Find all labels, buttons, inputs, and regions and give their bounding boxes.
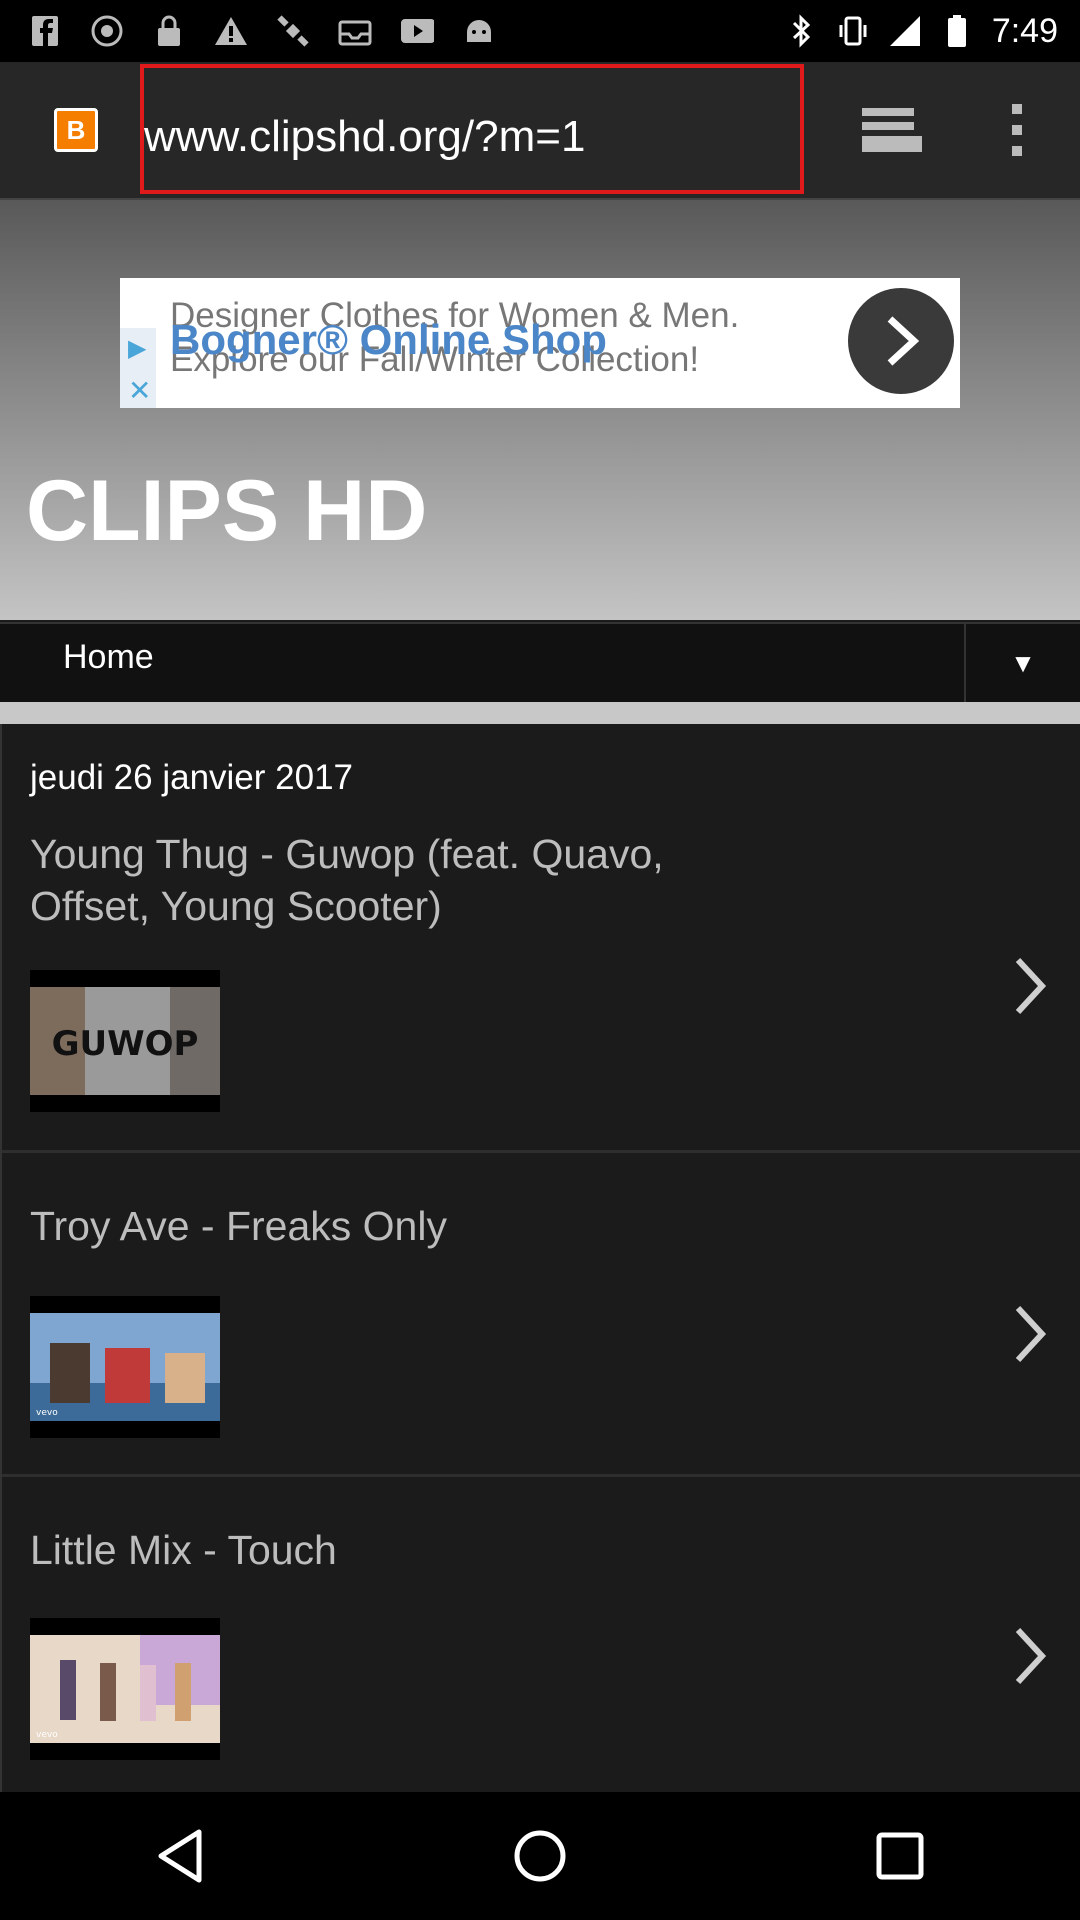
lock-icon bbox=[152, 14, 186, 48]
site-title[interactable]: CLIPS HD bbox=[26, 462, 427, 561]
video-thumbnail[interactable]: vevo bbox=[30, 1296, 220, 1438]
divider bbox=[0, 702, 1080, 724]
chevron-right-icon[interactable] bbox=[1010, 956, 1050, 1016]
video-thumbnail[interactable]: vevo bbox=[30, 1618, 220, 1760]
list-item[interactable]: Young Thug - Guwop (feat. Quavo, Offset,… bbox=[2, 724, 1080, 1153]
thumbnail-text: vevo bbox=[36, 1408, 58, 1418]
post-title[interactable]: Little Mix - Touch bbox=[30, 1524, 670, 1576]
thumbnail-image: vevo bbox=[30, 1635, 220, 1743]
facebook-icon bbox=[28, 14, 62, 48]
recording-icon bbox=[90, 14, 124, 48]
thumbnail-image: GUWOP bbox=[30, 987, 220, 1095]
ad-title[interactable]: Bogner® Online Shop bbox=[170, 316, 607, 364]
ad-arrow-button[interactable] bbox=[848, 288, 954, 394]
system-navigation-bar bbox=[0, 1792, 1080, 1920]
bluetooth-icon bbox=[784, 14, 818, 48]
nav-home-link[interactable]: Home bbox=[63, 638, 154, 677]
chevron-right-icon bbox=[887, 316, 920, 366]
nav-dropdown-toggle[interactable]: ▼ bbox=[966, 624, 1080, 702]
battery-icon bbox=[940, 14, 974, 48]
back-icon[interactable] bbox=[150, 1826, 210, 1886]
alert-icon bbox=[214, 14, 248, 48]
youtube-icon bbox=[400, 14, 434, 48]
home-icon[interactable] bbox=[510, 1826, 570, 1886]
inbox-icon bbox=[338, 14, 372, 48]
chevron-right-icon[interactable] bbox=[1010, 1626, 1050, 1686]
ad-close-icon[interactable]: ✕ bbox=[128, 374, 151, 407]
list-item[interactable]: Little Mix - Touch vevo bbox=[2, 1474, 1080, 1792]
video-thumbnail[interactable]: GUWOP bbox=[30, 970, 220, 1112]
thumbnail-text: vevo bbox=[36, 1730, 58, 1740]
clock: 7:49 bbox=[991, 11, 1058, 50]
tabs-icon[interactable] bbox=[858, 104, 922, 156]
thumbnail-image: vevo bbox=[30, 1313, 220, 1421]
recents-icon[interactable] bbox=[870, 1826, 930, 1886]
post-list: jeudi 26 janvier 2017 Young Thug - Guwop… bbox=[0, 724, 1080, 1792]
overflow-menu-icon[interactable] bbox=[1000, 100, 1034, 160]
list-item[interactable]: Troy Ave - Freaks Only vevo bbox=[2, 1150, 1080, 1477]
browser-toolbar: B www.clipshd.org/?m=1 bbox=[0, 62, 1080, 200]
ad-choices-badge[interactable]: ▶ ✕ bbox=[120, 328, 156, 408]
site-header: ▶ ✕ Designer Clothes for Women & Men. Ex… bbox=[0, 200, 1080, 620]
vibrate-icon bbox=[836, 14, 870, 48]
web-page: ▶ ✕ Designer Clothes for Women & Men. Ex… bbox=[0, 200, 1080, 1792]
ad-banner[interactable]: ▶ ✕ Designer Clothes for Women & Men. Ex… bbox=[120, 278, 960, 408]
post-title[interactable]: Young Thug - Guwop (feat. Quavo, Offset,… bbox=[30, 828, 670, 932]
site-nav: Home ▼ bbox=[0, 622, 1080, 702]
chevron-right-icon[interactable] bbox=[1010, 1304, 1050, 1364]
url-bar[interactable]: www.clipshd.org/?m=1 bbox=[140, 64, 804, 194]
status-bar: 7:49 bbox=[0, 0, 1080, 62]
android-icon bbox=[462, 14, 496, 48]
thumbnail-text: GUWOP bbox=[52, 1024, 199, 1064]
url-text[interactable]: www.clipshd.org/?m=1 bbox=[144, 112, 585, 162]
post-title[interactable]: Troy Ave - Freaks Only bbox=[30, 1200, 670, 1252]
signal-icon bbox=[888, 14, 922, 48]
blogger-favicon-icon: B bbox=[54, 108, 98, 152]
adchoices-play-icon[interactable]: ▶ bbox=[128, 334, 146, 363]
satellite-icon bbox=[276, 14, 310, 48]
